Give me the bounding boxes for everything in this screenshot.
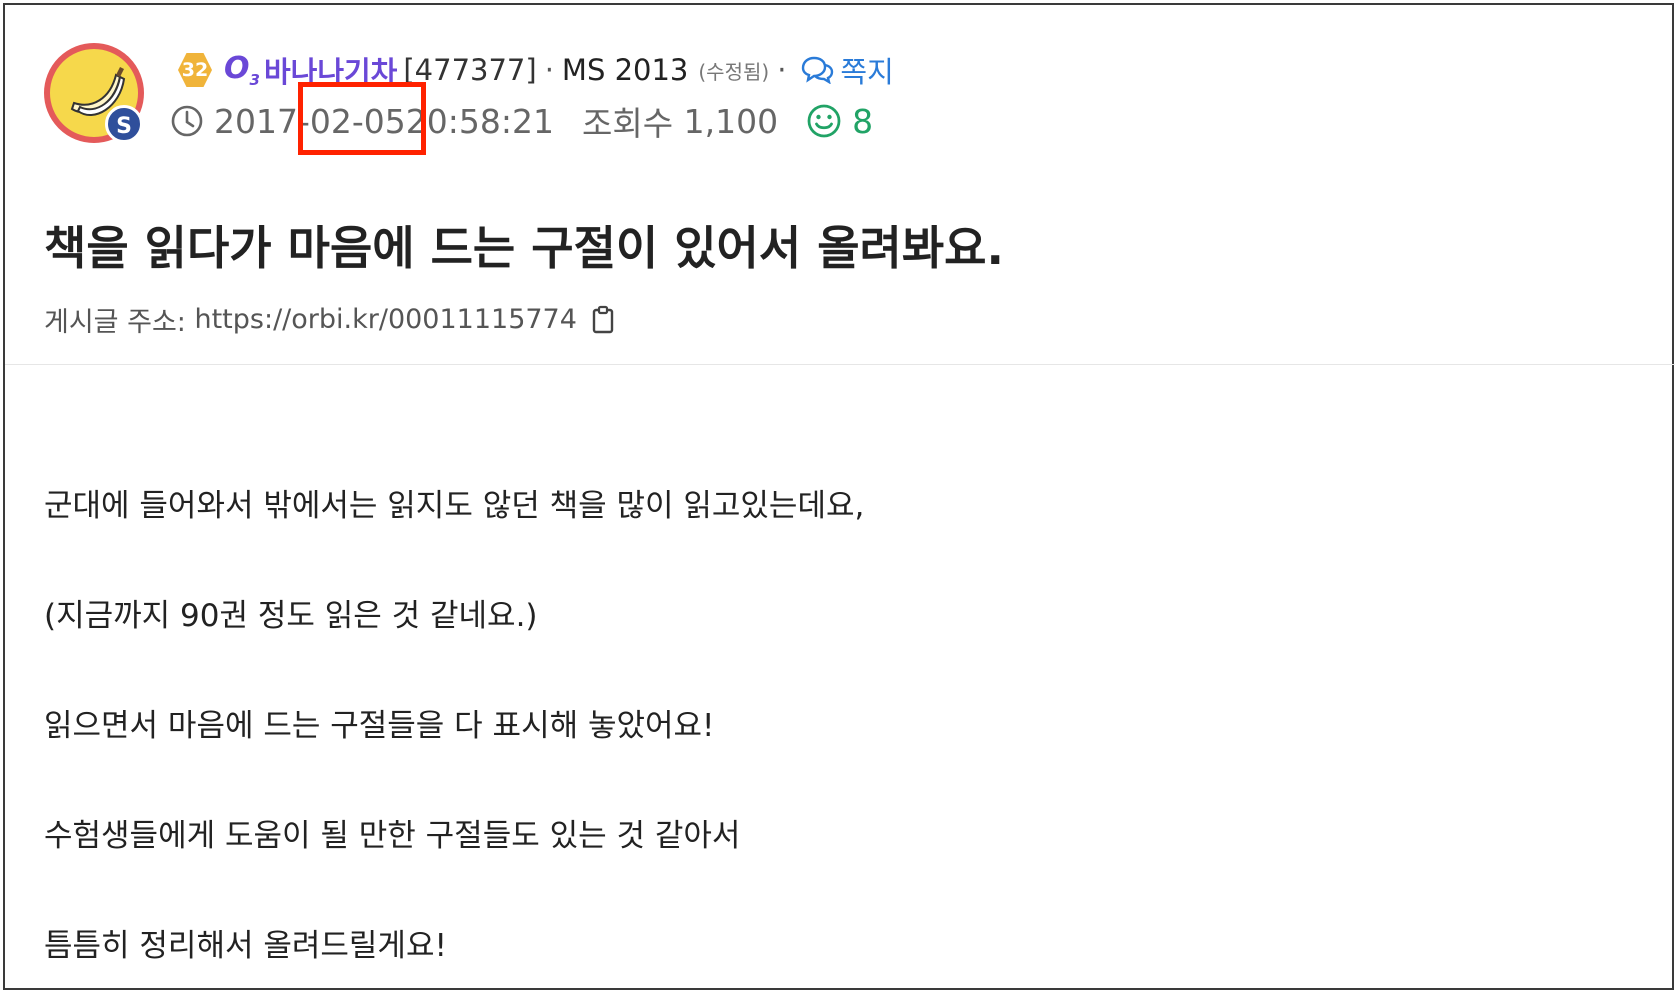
- grade-o3-icon: O3: [224, 51, 260, 89]
- smile-icon: [807, 104, 841, 138]
- post-time: 20:58:21: [405, 101, 554, 141]
- body-paragraph: 군대에 들어와서 밖에서는 읽지도 않던 책을 많이 읽고있는데요,: [44, 488, 865, 524]
- body-paragraph: 수험생들에게 도움이 될 만한 구절들도 있는 것 같아서: [44, 818, 741, 854]
- post-title: 책을 읽다가 마음에 드는 구절이 있어서 올려봐요.: [44, 221, 1004, 275]
- message-button[interactable]: 쪽지: [800, 49, 894, 91]
- post-meta: 2017- 02-05 20:58:21 조회수 1,100 8: [170, 100, 873, 143]
- body-paragraph: (지금까지 90권 정도 읽은 것 같네요.): [44, 598, 538, 634]
- author-line: 32 O3 바나나기차 [477377] · MS 2013 (수정됨) · 쪽…: [178, 50, 894, 90]
- views-label: 조회수: [582, 104, 674, 143]
- post-url-row: 게시글 주소: https://orbi.kr/00011115774: [44, 300, 615, 339]
- author-badge: S: [105, 105, 143, 143]
- body-paragraph: 틈틈히 정리해서 올려드릴게요!: [44, 928, 447, 964]
- body-paragraph: 읽으면서 마음에 드는 구절들을 다 표시해 놓았어요!: [44, 708, 715, 744]
- views-count: 1,100: [683, 101, 779, 141]
- clipboard-icon[interactable]: [591, 305, 615, 335]
- separator-dot: ·: [544, 53, 554, 87]
- post-url[interactable]: https://orbi.kr/00011115774: [194, 304, 576, 335]
- message-icon: [802, 56, 834, 84]
- author-class: MS 2013: [561, 53, 689, 87]
- separator-dot: ·: [777, 53, 787, 87]
- post-date-year: 2017-: [214, 101, 310, 141]
- level-badge-icon: 32: [178, 53, 212, 87]
- clock-icon: [171, 105, 203, 137]
- post-url-label: 게시글 주소:: [44, 307, 186, 338]
- highlight-box: [298, 82, 426, 155]
- divider: [5, 364, 1675, 365]
- like-count: 8: [852, 101, 874, 141]
- like-counter[interactable]: 8: [806, 102, 873, 141]
- edited-label: (수정됨): [698, 59, 770, 84]
- message-label: 쪽지: [840, 55, 894, 89]
